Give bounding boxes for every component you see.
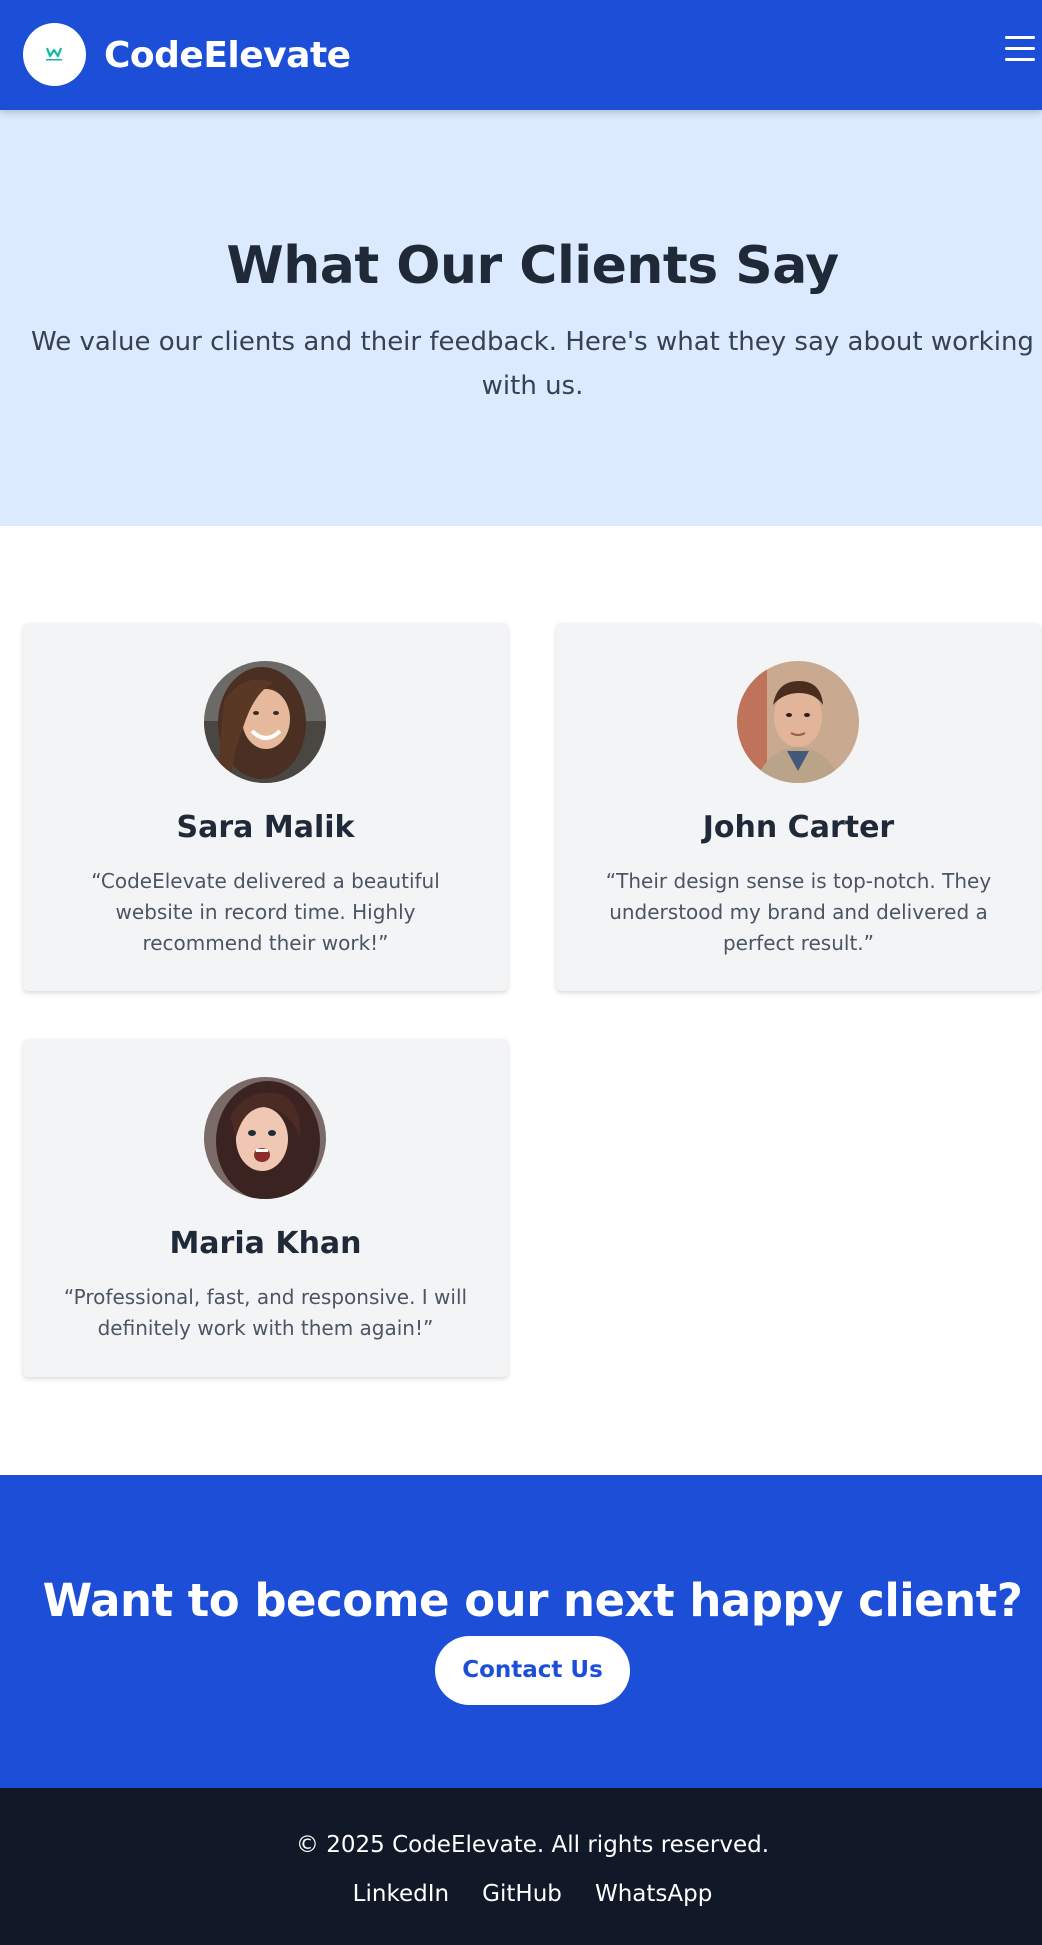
client-name: John Carter <box>702 810 895 845</box>
navbar: CodeElevate <box>0 0 1042 110</box>
sara-malik-photo-icon <box>204 661 326 783</box>
avatar <box>204 661 326 783</box>
page-subtitle: We value our clients and their feedback.… <box>31 327 1034 401</box>
client-quote: “Their design sense is top-notch. They u… <box>605 869 992 955</box>
page-title: What Our Clients Say <box>226 236 839 296</box>
copyright-text: © 2025 CodeElevate. All rights reserved. <box>295 1832 770 1858</box>
avatar <box>204 1077 326 1199</box>
whatsapp-link[interactable]: WhatsApp <box>595 1879 712 1909</box>
testimonial-card: Maria Khan “Professional, fast, and resp… <box>23 1039 508 1377</box>
github-link[interactable]: GitHub <box>482 1879 562 1909</box>
codeelevate-logo-icon <box>45 47 63 61</box>
maria-khan-photo-icon <box>204 1077 326 1199</box>
linkedin-link[interactable]: LinkedIn <box>353 1879 449 1909</box>
testimonial-card: Sara Malik “CodeElevate delivered a beau… <box>23 623 508 991</box>
client-name: Sara Malik <box>176 810 355 845</box>
cta-heading: Want to become our next happy client? <box>42 1574 1023 1627</box>
brand-name[interactable]: CodeElevate <box>104 34 351 78</box>
footer-links: LinkedIn GitHub WhatsApp <box>0 1879 1042 1909</box>
footer: © 2025 CodeElevate. All rights reserved.… <box>0 1788 1042 1945</box>
client-name: Maria Khan <box>169 1226 362 1261</box>
avatar <box>737 661 859 783</box>
hero-section: What Our Clients Say We value our client… <box>0 110 1042 526</box>
client-quote: “Professional, fast, and responsive. I w… <box>63 1285 468 1340</box>
contact-us-button[interactable]: Contact Us <box>435 1636 630 1705</box>
logo[interactable] <box>23 23 86 86</box>
cta-section: Want to become our next happy client? Co… <box>0 1475 1042 1788</box>
hamburger-menu-icon[interactable] <box>1005 34 1037 62</box>
client-quote: “CodeElevate delivered a beautiful websi… <box>91 869 440 955</box>
testimonial-card: John Carter “Their design sense is top-n… <box>556 623 1041 991</box>
john-carter-photo-icon <box>737 661 859 783</box>
